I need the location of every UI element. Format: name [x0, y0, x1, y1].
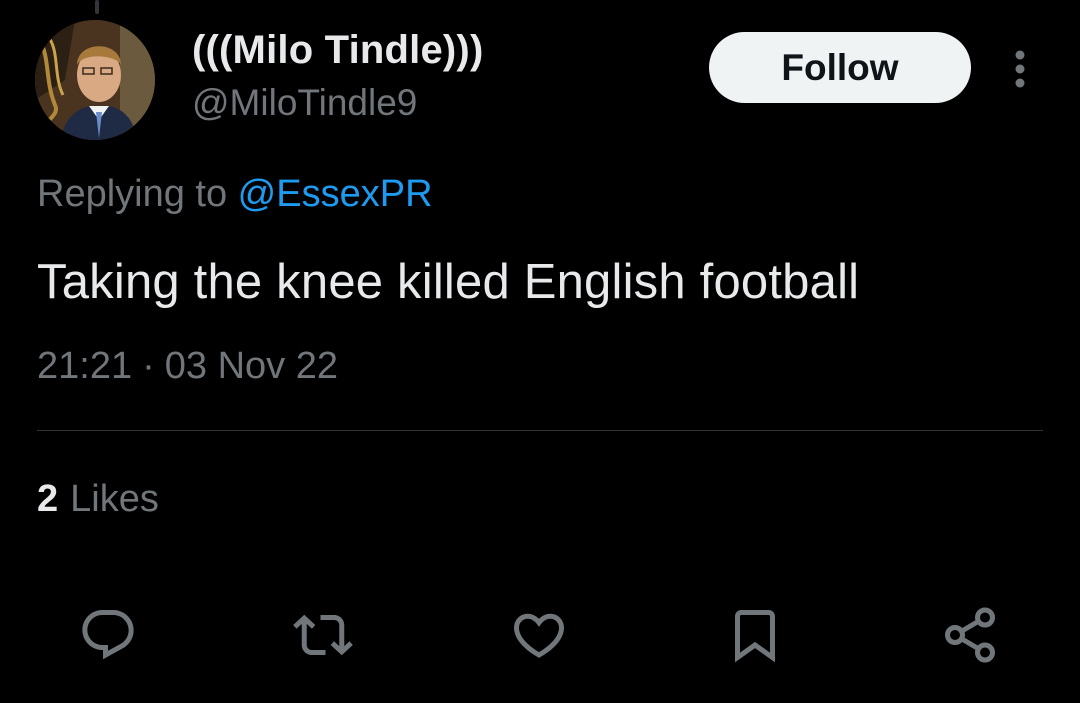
thread-connector-line	[95, 0, 99, 14]
replying-to-mention[interactable]: @EssexPR	[238, 173, 433, 215]
tweet-text: Taking the knee killed English football	[37, 255, 860, 309]
tweet-detail: (((Milo Tindle))) @MiloTindle9 Follow Re…	[0, 0, 1080, 703]
likes-stat[interactable]: 2 Likes	[37, 478, 159, 521]
heart-icon	[513, 613, 565, 658]
divider	[37, 430, 1043, 431]
bookmark-button[interactable]	[720, 600, 790, 670]
more-options-icon[interactable]	[1004, 46, 1036, 92]
user-handle[interactable]: @MiloTindle9	[192, 82, 417, 124]
share-icon	[945, 607, 995, 663]
share-button[interactable]	[935, 600, 1005, 670]
retweet-icon	[293, 614, 353, 656]
like-button[interactable]	[504, 600, 574, 670]
action-bar	[0, 600, 1080, 670]
tweet-date: 03 Nov 22	[164, 345, 338, 387]
tweet-time: 21:21	[37, 345, 133, 387]
timestamp-separator: ·	[142, 345, 155, 387]
retweet-button[interactable]	[288, 600, 358, 670]
avatar[interactable]	[35, 20, 155, 140]
reply-icon	[82, 610, 134, 660]
replying-to-label: Replying to	[37, 173, 238, 215]
replying-to-line: Replying to @EssexPR	[37, 173, 433, 216]
likes-label: Likes	[70, 478, 159, 520]
display-name[interactable]: (((Milo Tindle)))	[192, 28, 483, 73]
likes-count: 2	[37, 478, 59, 520]
tweet-timestamp[interactable]: 21:21 · 03 Nov 22	[37, 345, 338, 388]
bookmark-icon	[735, 610, 775, 663]
follow-button[interactable]: Follow	[709, 32, 971, 103]
reply-button[interactable]	[73, 600, 143, 670]
